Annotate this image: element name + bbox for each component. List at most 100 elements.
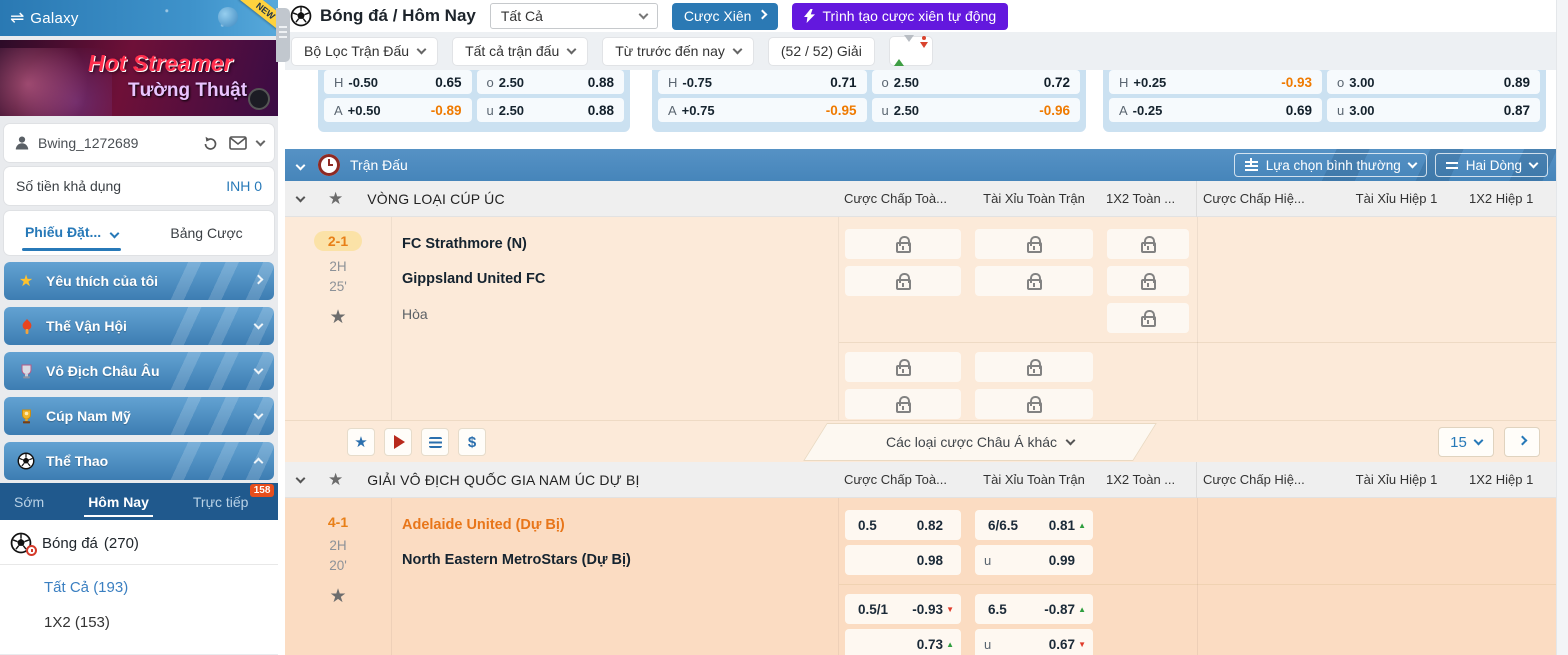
all-matches-dropdown[interactable]: Tất cả trận đấu — [452, 37, 588, 66]
parlay-button[interactable]: Cược Xiên — [672, 3, 779, 30]
chevron-down-icon — [1407, 159, 1417, 169]
sidebar-collapse-handle[interactable] — [276, 8, 290, 62]
next-page-button[interactable] — [1504, 427, 1540, 457]
money-line-button[interactable]: $ — [458, 428, 486, 456]
lock-icon — [1027, 242, 1042, 253]
odds-sort-toggle[interactable] — [889, 36, 933, 66]
filter-bar: Bộ Lọc Trận Đấu Tất cả trận đấu Từ trước… — [285, 32, 1556, 70]
live-score: 4-1 — [285, 512, 391, 530]
refresh-icon[interactable] — [202, 135, 219, 152]
odds-button-hdp-away[interactable]: 0.98 — [845, 545, 961, 575]
column-header: Cược Chấp Toà... — [838, 472, 968, 487]
odds-button-hdp-away-line2[interactable]: 0.73▲ — [845, 629, 961, 655]
match-time: 2H20' — [285, 536, 391, 575]
match-filter-dropdown[interactable]: Bộ Lọc Trận Đấu — [291, 37, 438, 66]
odds-cell[interactable]: A+0.75-0.95 — [658, 98, 867, 122]
locked-odds-button — [845, 389, 961, 419]
league-select[interactable]: Tất Cả — [490, 3, 658, 29]
tab-today[interactable]: Hôm Nay — [74, 483, 163, 520]
sidebar: ⇌ Galaxy NEW Hot Streamer Tường Thuật Bw… — [0, 0, 278, 655]
chevron-down-icon — [417, 45, 427, 55]
topbar: Bóng đá / Hôm Nay Tất Cả Cược Xiên Trình… — [278, 0, 1556, 32]
column-header: 1X2 Hiệp 1 — [1463, 191, 1556, 206]
odds-button-ou-over-line2[interactable]: 6.5-0.87▲ — [975, 594, 1093, 624]
lock-icon — [1141, 279, 1156, 290]
draw-label: Hòa — [402, 299, 838, 334]
chevron-up-icon — [254, 458, 264, 468]
live-stream-button[interactable] — [384, 428, 412, 456]
football-live-icon — [10, 532, 34, 554]
league-collapse-icon[interactable] — [296, 473, 306, 483]
account-chevron-down-icon[interactable] — [256, 137, 266, 147]
locked-odds-button — [845, 266, 961, 296]
league-favorite-icon[interactable]: ★ — [328, 470, 343, 490]
promo-banner[interactable]: Hot Streamer Tường Thuật — [0, 40, 278, 116]
odds-cell[interactable]: A-0.250.69 — [1109, 98, 1322, 122]
league-count-button[interactable]: (52 / 52) Giải — [768, 37, 875, 66]
favorite-button[interactable]: ★ — [347, 428, 375, 456]
match-favorite-icon[interactable]: ★ — [285, 306, 391, 329]
chevron-down-icon — [1066, 436, 1076, 446]
tab-early[interactable]: Sớm — [0, 483, 58, 520]
odds-preview-band: H-0.500.65 o2.500.88 A+0.50-0.89 u2.500.… — [278, 70, 1556, 149]
sidebar-item-favorites[interactable]: ★ Yêu thích của tôi — [4, 262, 274, 300]
brand-header[interactable]: ⇌ Galaxy NEW — [0, 0, 278, 36]
sport-item-football[interactable]: Bóng đá (270) — [0, 520, 278, 565]
chevron-down-icon — [1529, 159, 1539, 169]
match-time: 2H25' — [285, 257, 391, 296]
sport-filter-all[interactable]: Tất Cả (193) — [0, 565, 278, 596]
sidebar-item-sports[interactable]: Thể Thao — [4, 442, 274, 480]
odds-cell[interactable]: H-0.750.71 — [658, 70, 867, 94]
tab-live[interactable]: Trực tiếp 158 — [179, 483, 263, 520]
sidebar-item-copa[interactable]: Cúp Nam Mỹ — [4, 397, 274, 435]
mail-icon[interactable] — [229, 136, 247, 150]
odds-button-ou-under[interactable]: u0.99 — [975, 545, 1093, 575]
locked-odds-button — [975, 229, 1093, 259]
locked-odds-button — [975, 389, 1093, 419]
chevron-down-icon — [254, 365, 264, 375]
scrollbar[interactable] — [1556, 0, 1568, 655]
sport-filter-1x2[interactable]: 1X2 (153) — [0, 596, 278, 631]
lock-icon — [896, 279, 911, 290]
odds-cell[interactable]: o3.000.89 — [1327, 70, 1540, 94]
match-favorite-icon[interactable]: ★ — [285, 585, 391, 608]
display-lines-dropdown[interactable]: Hai Dòng — [1435, 153, 1548, 177]
sidebar-item-olympics[interactable]: Thế Vận Hội — [4, 307, 274, 345]
lock-icon — [896, 402, 911, 413]
collapse-chevron-icon[interactable] — [296, 160, 306, 170]
sort-mode-dropdown[interactable]: Lựa chọn bình thường — [1234, 153, 1427, 177]
page-size-dropdown[interactable]: 15 — [1438, 427, 1494, 457]
odds-cell[interactable]: u2.50-0.96 — [872, 98, 1081, 122]
locked-odds-button — [975, 266, 1093, 296]
odds-button-hdp-home-line2[interactable]: 0.5/1-0.93▼ — [845, 594, 961, 624]
gold-cup-icon — [16, 406, 36, 426]
odds-cell[interactable]: A+0.50-0.89 — [324, 98, 472, 122]
odds-cell[interactable]: u3.000.87 — [1327, 98, 1540, 122]
time-range-dropdown[interactable]: Từ trước đến nay — [602, 37, 754, 66]
more-asian-bets-dropdown[interactable]: Các loại cược Châu Á khác — [815, 423, 1145, 461]
auto-parlay-button[interactable]: Trình tạo cược xiên tự động — [792, 3, 1008, 30]
tab-bet-slip[interactable]: Phiếu Đặt... — [4, 211, 139, 255]
sport-list: Bóng đá (270) Tất Cả (193) 1X2 (153) — [0, 520, 278, 654]
balance-label: Số tiền khả dụng — [16, 178, 226, 194]
odds-button-ou-under-line2[interactable]: u0.67▼ — [975, 629, 1093, 655]
odds-button-ou-over[interactable]: 6/6.50.81▲ — [975, 510, 1093, 540]
tab-bet-board[interactable]: Bảng Cược — [139, 225, 274, 241]
odds-cell[interactable]: u2.500.88 — [477, 98, 625, 122]
sidebar-item-euro[interactable]: Vô Địch Châu Âu — [4, 352, 274, 390]
odds-cell[interactable]: o2.500.88 — [477, 70, 625, 94]
odds-button-hdp-home[interactable]: 0.50.82 — [845, 510, 961, 540]
locked-odds-button — [1107, 266, 1189, 296]
bet-slip-button[interactable] — [421, 428, 449, 456]
odds-cell[interactable]: o2.500.72 — [872, 70, 1081, 94]
league-favorite-icon[interactable]: ★ — [328, 189, 343, 209]
league-name: VÒNG LOẠI CÚP ÚC — [367, 191, 505, 207]
chevron-right-icon — [1517, 436, 1527, 446]
column-header: Cược Chấp Toà... — [838, 191, 968, 206]
locked-odds-button — [975, 352, 1093, 382]
sort-arrows-icon — [894, 42, 914, 60]
odds-cell[interactable]: H-0.500.65 — [324, 70, 472, 94]
league-collapse-icon[interactable] — [296, 192, 306, 202]
live-clock-icon — [318, 154, 340, 176]
odds-cell[interactable]: H+0.25-0.93 — [1109, 70, 1322, 94]
